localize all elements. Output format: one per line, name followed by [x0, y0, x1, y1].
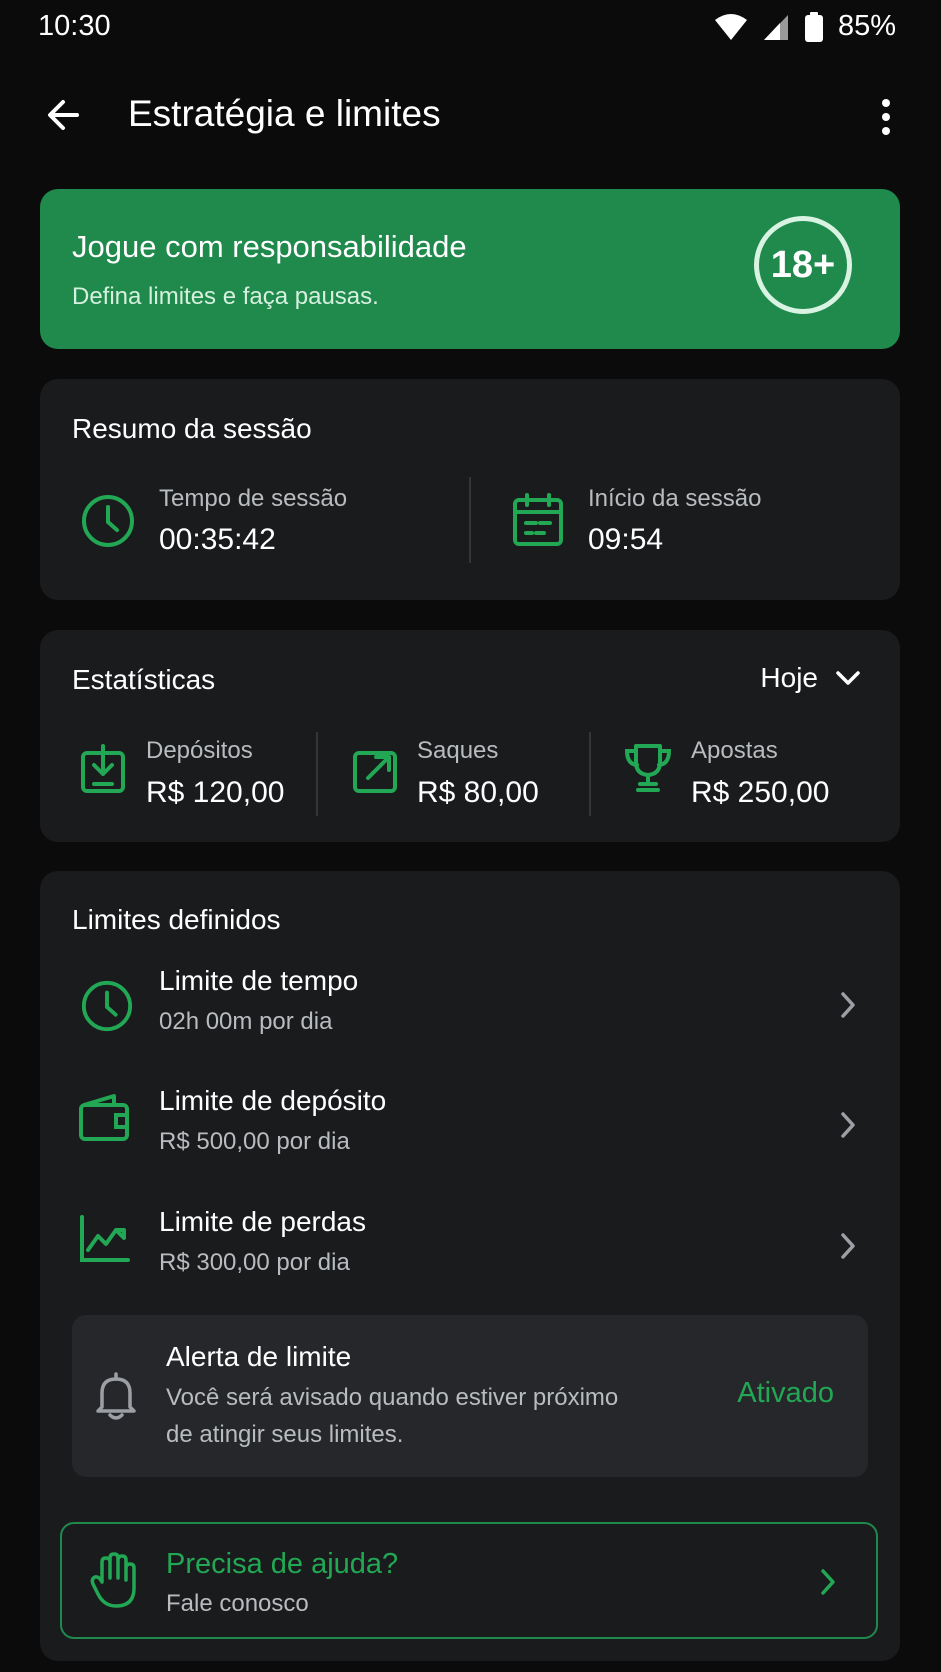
stat-withdrawals-value: R$ 80,00: [417, 776, 539, 809]
status-time: 10:30: [38, 10, 111, 42]
session-start-value: 09:54: [588, 523, 664, 556]
clock-icon: [81, 980, 133, 1032]
bell-icon: [96, 1372, 136, 1420]
limit-deposit-title: Limite de depósito: [159, 1085, 387, 1116]
limit-alert-line1: Você será avisado quando estiver próximo: [166, 1384, 619, 1411]
limits-card: Limites definidos Limite de tempo 02h 00…: [40, 871, 900, 1661]
more-options-button[interactable]: [871, 92, 901, 142]
battery-percent: 85%: [837, 10, 896, 42]
period-value: Hoje: [760, 662, 818, 693]
wifi-icon: [714, 13, 747, 40]
stat-deposits-label: Depósitos: [146, 737, 253, 764]
limit-deposit-row[interactable]: Limite de depósito R$ 500,00 por dia: [40, 1071, 900, 1191]
deposit-icon: [81, 744, 125, 793]
responsibility-banner: Jogue com responsabilidade Defina limite…: [40, 189, 900, 349]
period-selector[interactable]: Hoje: [760, 662, 860, 694]
chart-icon: [80, 1215, 130, 1262]
session-title: Resumo da sessão: [72, 413, 312, 444]
limit-loss-title: Limite de perdas: [159, 1206, 367, 1237]
page-title: Estratégia e limites: [128, 93, 441, 134]
status-icons: 85%: [714, 10, 896, 43]
signal-icon: [763, 14, 788, 40]
back-button[interactable]: [38, 90, 88, 140]
session-summary-card: Resumo da sessão Tempo de sessão 00:35:4…: [40, 379, 900, 600]
limit-loss-value: R$ 300,00 por dia: [159, 1249, 350, 1276]
statistics-card: Estatísticas Hoje Depósitos R$ 120,00 Sa…: [40, 630, 900, 842]
stat-bets-value: R$ 250,00: [691, 776, 830, 809]
calendar-icon: [513, 493, 563, 546]
limit-alert-box: Alerta de limite Você será avisado quand…: [72, 1315, 868, 1477]
limit-time-row[interactable]: Limite de tempo 02h 00m por dia: [40, 951, 900, 1071]
help-subtitle: Fale conosco: [166, 1590, 309, 1617]
divider: [589, 732, 591, 816]
stat-withdrawals-label: Saques: [417, 737, 499, 764]
limit-loss-row[interactable]: Limite de perdas R$ 300,00 por dia: [40, 1192, 900, 1312]
limit-alert-line2: de atingir seus limites.: [166, 1421, 404, 1448]
battery-icon: [804, 11, 823, 42]
chevron-right-icon: [841, 1233, 855, 1259]
banner-title: Jogue com responsabilidade: [72, 229, 467, 264]
stat-bets-label: Apostas: [691, 737, 778, 764]
session-start-label: Início da sessão: [588, 485, 762, 512]
limit-time-title: Limite de tempo: [159, 965, 359, 996]
help-title: Precisa de ajuda?: [166, 1548, 399, 1580]
chevron-right-icon: [841, 992, 855, 1018]
limit-alert-status[interactable]: Ativado: [737, 1377, 834, 1410]
session-time-value: 00:35:42: [159, 523, 276, 556]
limits-title: Limites definidos: [72, 904, 281, 935]
help-button[interactable]: Precisa de ajuda? Fale conosco: [60, 1522, 878, 1639]
session-time-label: Tempo de sessão: [159, 485, 348, 512]
withdraw-icon: [353, 751, 397, 793]
limit-deposit-value: R$ 500,00 por dia: [159, 1128, 350, 1155]
statistics-title: Estatísticas: [72, 664, 216, 695]
clock-icon: [82, 495, 134, 547]
more-vert-icon: [882, 99, 890, 135]
stat-deposits-value: R$ 120,00: [146, 776, 285, 809]
trophy-icon: [624, 744, 672, 792]
arrow-back-icon: [48, 100, 79, 130]
banner-subtitle: Defina limites e faça pausas.: [72, 283, 379, 310]
chevron-right-icon: [841, 1112, 855, 1138]
wallet-icon: [79, 1094, 129, 1141]
chevron-down-icon: [836, 671, 860, 685]
divider: [316, 732, 318, 816]
chevron-right-icon: [821, 1569, 835, 1595]
limit-alert-title: Alerta de limite: [166, 1341, 352, 1372]
limit-time-value: 02h 00m por dia: [159, 1008, 333, 1035]
divider: [469, 477, 471, 563]
hand-icon: [90, 1552, 136, 1608]
age-18-badge: 18+: [754, 216, 852, 314]
